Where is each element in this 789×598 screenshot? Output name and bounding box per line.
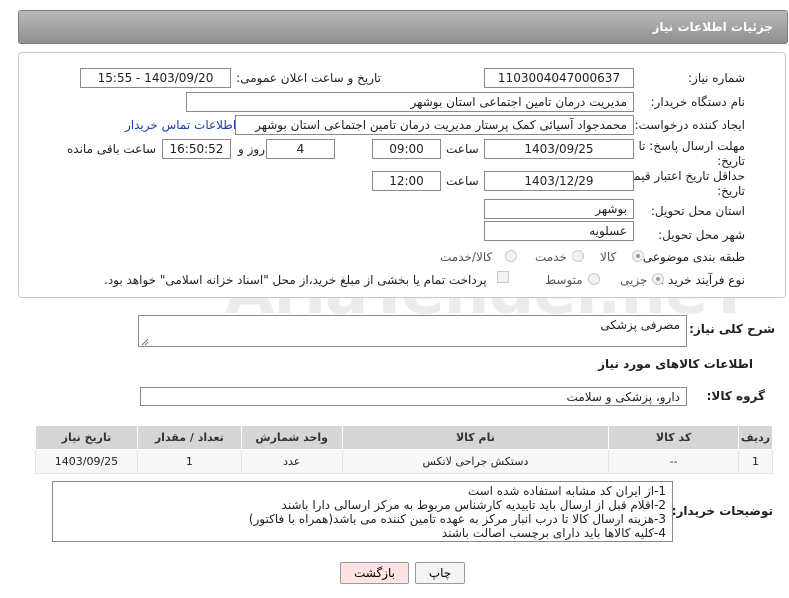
cell-quantity: 1: [136, 449, 242, 474]
cell-row: 1: [737, 449, 774, 474]
print-button[interactable]: چاپ: [415, 562, 465, 584]
buyer-note-line: 4-کلیه کالاها باید دارای برچسب اصالت باش…: [441, 526, 666, 540]
price-validity-label-line2: تاریخ:: [717, 184, 745, 198]
page-title: جزئیات اطلاعات نیاز: [652, 20, 773, 34]
cell-unit: عدد: [240, 449, 343, 474]
purchase-option-medium: متوسط: [545, 273, 583, 287]
buyer-notes-field: 1-از ایران کد مشابه استفاده شده است 2-اق…: [52, 481, 673, 542]
buyer-org-field: مدیریت درمان تامین اجتماعی استان بوشهر: [186, 92, 634, 112]
category-option-goods: کالا: [600, 250, 617, 264]
deadline-label-line1: مهلت ارسال پاسخ: تا: [638, 139, 745, 153]
summary-field: مصرفی پزشکی: [138, 315, 687, 347]
city-field: عسلویه: [484, 221, 634, 241]
col-unit: واحد شمارش: [240, 425, 343, 450]
deadline-time-field: 09:00: [372, 139, 441, 159]
treasury-payment-checkbox[interactable]: [497, 271, 509, 283]
buyer-note-line: 1-از ایران کد مشابه استفاده شده است: [467, 484, 666, 498]
goods-group-label: گروه کالا:: [706, 389, 765, 403]
category-radio-service[interactable]: [572, 250, 584, 262]
province-field: بوشهر: [484, 199, 634, 219]
back-button[interactable]: بازگشت: [340, 562, 409, 584]
purchase-radio-minor[interactable]: [652, 273, 664, 285]
announce-datetime-label: تاریخ و ساعت اعلان عمومی:: [236, 71, 381, 85]
remaining-time-label: ساعت باقی مانده: [67, 142, 157, 156]
price-validity-time-label: ساعت: [446, 174, 479, 188]
deadline-date-field: 1403/09/25: [484, 139, 634, 159]
col-item-name: نام کالا: [341, 425, 610, 450]
province-label: استان محل تحویل:: [650, 204, 745, 218]
category-option-goods-service: کالا/خدمت: [440, 250, 493, 264]
category-radio-goods-service[interactable]: [505, 250, 517, 262]
col-need-date: تاریخ نیاز: [35, 425, 138, 450]
need-number-label: شماره نیاز:: [688, 71, 745, 85]
col-quantity: تعداد / مقدار: [136, 425, 242, 450]
buyer-notes-label: توضیحات خریدار:: [671, 504, 773, 518]
category-label: طبقه بندی موضوعی:: [638, 250, 745, 264]
purchase-option-minor: جزیی: [620, 273, 648, 287]
category-radio-goods[interactable]: [632, 250, 644, 262]
goods-table: تاریخ نیاز تعداد / مقدار واحد شمارش نام …: [35, 425, 774, 474]
goods-table-header: تاریخ نیاز تعداد / مقدار واحد شمارش نام …: [35, 425, 774, 450]
deadline-label-line2: تاریخ:: [717, 154, 745, 168]
cell-item-name: دستکش جراحی لاتکس: [341, 449, 610, 474]
deadline-days-field: 4: [266, 139, 335, 159]
col-row: ردیف: [737, 425, 774, 450]
deadline-days-label: روز و: [238, 142, 265, 156]
price-validity-time-field: 12:00: [372, 171, 441, 191]
cell-need-date: 1403/09/25: [35, 449, 138, 474]
goods-group-field: دارو، پزشکی و سلامت: [140, 387, 687, 406]
page-header: جزئیات اطلاعات نیاز: [18, 10, 788, 44]
announce-datetime-field: 1403/09/20 - 15:55: [80, 68, 231, 88]
col-item-code: کد کالا: [608, 425, 739, 450]
requester-label: ایجاد کننده درخواست:: [634, 118, 745, 132]
need-number-field: 1103004047000637: [484, 68, 634, 88]
cell-item-code: --: [608, 449, 739, 474]
requester-field: محمدجواد آسیائی کمک پرستار مدیریت درمان …: [235, 115, 634, 135]
resize-grip-icon[interactable]: [141, 338, 149, 346]
buyer-note-line: 2-اقلام قبل از ارسال باید تاییدیه کارشنا…: [281, 498, 666, 512]
table-row: 1403/09/25 1 عدد دستکش جراحی لاتکس -- 1: [35, 449, 774, 474]
buyer-contact-link[interactable]: اطلاعات تماس خریدار: [125, 118, 236, 132]
category-option-service: خدمت: [535, 250, 567, 264]
city-label: شهر محل تحویل:: [658, 228, 745, 242]
buyer-org-label: نام دستگاه خریدار:: [650, 95, 746, 109]
buyer-note-line: 3-هزینه ارسال کالا تا درب انبار مرکز به …: [248, 512, 666, 526]
purchase-type-label: نوع فرآیند خرید :: [660, 273, 745, 287]
treasury-payment-note: پرداخت تمام یا بخشی از مبلغ خرید،از محل …: [104, 273, 487, 287]
price-validity-date-field: 1403/12/29: [484, 171, 634, 191]
deadline-time-label: ساعت: [446, 142, 479, 156]
remaining-time-field: 16:50:52: [162, 139, 231, 159]
goods-section-title: اطلاعات کالاهای مورد نیاز: [598, 357, 753, 371]
summary-label: شرح کلی نیاز:: [689, 322, 775, 336]
purchase-radio-medium[interactable]: [588, 273, 600, 285]
